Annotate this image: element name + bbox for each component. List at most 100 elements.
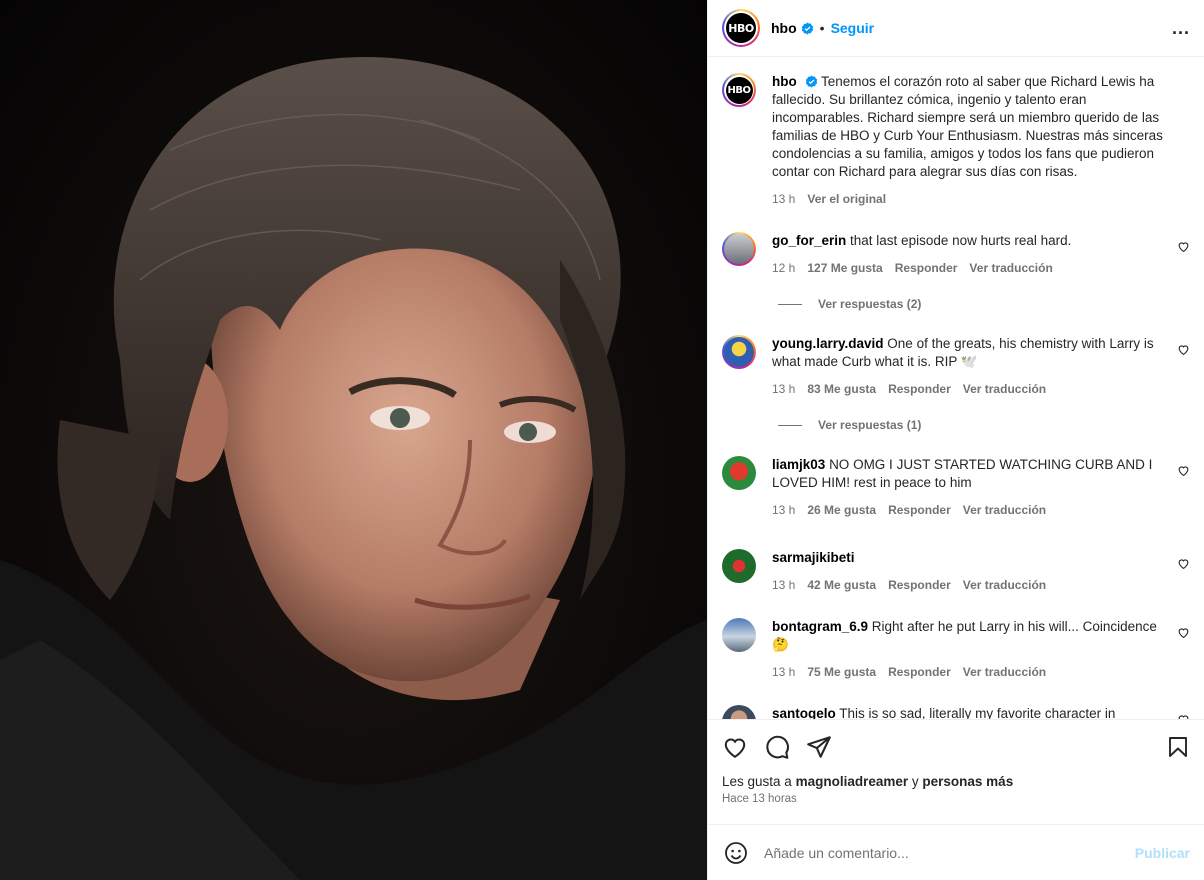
- author-username[interactable]: hbo: [771, 20, 797, 36]
- more-icon[interactable]: ...: [1172, 18, 1190, 39]
- share-icon[interactable]: [806, 734, 832, 760]
- caption-time[interactable]: 13 h: [772, 190, 795, 208]
- comment-likes[interactable]: 26 Me gusta: [807, 501, 876, 519]
- post-sidebar: HBO hbo • Seguir ... HBO hbo Tenemos el …: [707, 0, 1204, 880]
- hbo-logo: HBO: [725, 76, 753, 104]
- commenter-avatar[interactable]: [722, 456, 756, 490]
- comment-heart-icon[interactable]: [1177, 557, 1190, 570]
- translate-link[interactable]: Ver traducción: [963, 501, 1046, 519]
- post-viewer: HBO hbo • Seguir ... HBO hbo Tenemos el …: [0, 0, 1204, 880]
- comment-icon[interactable]: [764, 734, 790, 760]
- commenter-avatar[interactable]: [722, 335, 756, 369]
- avatar-frame: HBO: [724, 75, 754, 105]
- comment-composer: Añade un comentario... Publicar: [708, 824, 1204, 880]
- comment-heart-icon[interactable]: [1177, 713, 1190, 719]
- comment-heart-icon[interactable]: [1177, 240, 1190, 253]
- comment: santogelo This is so sad, literally my f…: [722, 705, 1190, 719]
- comment-time[interactable]: 13 h: [772, 501, 795, 519]
- translate-link[interactable]: Ver traducción: [969, 259, 1052, 277]
- commenter-username[interactable]: bontagram_6.9: [772, 619, 868, 634]
- commenter-avatar[interactable]: [722, 705, 756, 719]
- caption-text: Tenemos el corazón roto al saber que Ric…: [772, 74, 1163, 179]
- post-timestamp[interactable]: Hace 13 horas: [708, 791, 1204, 805]
- commenter-avatar[interactable]: [722, 232, 756, 266]
- portrait-illustration: [0, 56, 707, 880]
- caption-username[interactable]: hbo: [772, 74, 797, 89]
- separator-dot: •: [819, 20, 825, 36]
- comment: bontagram_6.9 Right after he put Larry i…: [722, 618, 1190, 681]
- comment-body: liamjk03 NO OMG I JUST STARTED WATCHING …: [772, 456, 1172, 519]
- comment-time[interactable]: 12 h: [772, 259, 795, 277]
- likes-others[interactable]: personas más: [922, 774, 1013, 789]
- avatar-image: [724, 337, 754, 367]
- comment-meta: 13 h 42 Me gusta Responder Ver traducció…: [772, 576, 1172, 594]
- reply-button[interactable]: Responder: [888, 380, 951, 398]
- commenter-username[interactable]: sarmajikibeti: [772, 550, 855, 565]
- reply-button[interactable]: Responder: [888, 663, 951, 681]
- commenter-username[interactable]: go_for_erin: [772, 233, 846, 248]
- verified-icon: [805, 75, 818, 88]
- post-actions: [708, 719, 1204, 773]
- translate-link[interactable]: Ver traducción: [963, 663, 1046, 681]
- likes-joiner: y: [911, 774, 919, 789]
- hbo-logo: HBO: [726, 13, 756, 43]
- comment-likes[interactable]: 83 Me gusta: [807, 380, 876, 398]
- caption: HBO hbo Tenemos el corazón roto al saber…: [722, 73, 1190, 208]
- comment-input[interactable]: Añade un comentario...: [764, 845, 909, 861]
- view-replies-label: Ver respuestas (2): [818, 297, 922, 311]
- comment-heart-icon[interactable]: [1177, 626, 1190, 639]
- likes-user[interactable]: magnoliadreamer: [796, 774, 909, 789]
- post-photo[interactable]: [0, 0, 707, 880]
- publish-button[interactable]: Publicar: [1135, 845, 1190, 861]
- comments-scroll-area[interactable]: HBO hbo Tenemos el corazón roto al saber…: [708, 57, 1204, 719]
- likes-summary: Les gusta a magnoliadreamer y personas m…: [708, 773, 1204, 791]
- view-replies[interactable]: Ver respuestas (1): [778, 418, 1190, 432]
- caption-avatar[interactable]: HBO: [722, 73, 756, 107]
- comment: liamjk03 NO OMG I JUST STARTED WATCHING …: [722, 456, 1190, 519]
- emoji-icon[interactable]: [724, 841, 748, 865]
- comment-body: go_for_erin that last episode now hurts …: [772, 232, 1172, 277]
- comment-heart-icon[interactable]: [1177, 464, 1190, 477]
- comment-likes[interactable]: 127 Me gusta: [807, 259, 882, 277]
- bookmark-icon[interactable]: [1166, 735, 1190, 759]
- translate-link[interactable]: Ver traducción: [963, 380, 1046, 398]
- comment-text: NO OMG I JUST STARTED WATCHING CURB AND …: [772, 457, 1153, 490]
- comment-body: young.larry.david One of the greats, his…: [772, 335, 1172, 398]
- comment-body: bontagram_6.9 Right after he put Larry i…: [772, 618, 1172, 681]
- comment: go_for_erin that last episode now hurts …: [722, 232, 1190, 277]
- reply-button[interactable]: Responder: [888, 501, 951, 519]
- comment-heart-icon[interactable]: [1177, 343, 1190, 356]
- caption-body: hbo Tenemos el corazón roto al saber que…: [772, 73, 1172, 208]
- comment-time[interactable]: 13 h: [772, 380, 795, 398]
- comment: young.larry.david One of the greats, his…: [722, 335, 1190, 398]
- reply-button[interactable]: Responder: [888, 576, 951, 594]
- commenter-avatar[interactable]: [722, 549, 756, 583]
- avatar-image: [724, 234, 754, 264]
- comment-time[interactable]: 13 h: [772, 663, 795, 681]
- replies-line: [778, 303, 802, 305]
- comment-likes[interactable]: 75 Me gusta: [807, 663, 876, 681]
- comment-text: that last episode now hurts real hard.: [850, 233, 1072, 248]
- translate-link[interactable]: Ver traducción: [963, 576, 1046, 594]
- comment-likes[interactable]: 42 Me gusta: [807, 576, 876, 594]
- commenter-username[interactable]: young.larry.david: [772, 336, 884, 351]
- commenter-avatar[interactable]: [722, 618, 756, 652]
- replies-line: [778, 424, 802, 426]
- comment-meta: 13 h 83 Me gusta Responder Ver traducció…: [772, 380, 1172, 398]
- heart-icon[interactable]: [722, 734, 748, 760]
- reply-button[interactable]: Responder: [895, 259, 958, 277]
- see-original-link[interactable]: Ver el original: [807, 190, 886, 208]
- commenter-username[interactable]: santogelo: [772, 706, 836, 719]
- author-avatar[interactable]: HBO: [722, 9, 760, 47]
- comment-time[interactable]: 13 h: [772, 576, 795, 594]
- comment: sarmajikibeti 13 h 42 Me gusta Responder…: [722, 549, 1190, 594]
- follow-button[interactable]: Seguir: [831, 20, 875, 36]
- commenter-username[interactable]: liamjk03: [772, 457, 825, 472]
- verified-icon: [801, 22, 814, 35]
- view-replies[interactable]: Ver respuestas (2): [778, 297, 1190, 311]
- likes-prefix: Les gusta a: [722, 774, 792, 789]
- comment-meta: 12 h 127 Me gusta Responder Ver traducci…: [772, 259, 1172, 277]
- comment-body: santogelo This is so sad, literally my f…: [772, 705, 1172, 719]
- avatar-frame: HBO: [724, 11, 758, 45]
- caption-meta: 13 h Ver el original: [772, 190, 1172, 208]
